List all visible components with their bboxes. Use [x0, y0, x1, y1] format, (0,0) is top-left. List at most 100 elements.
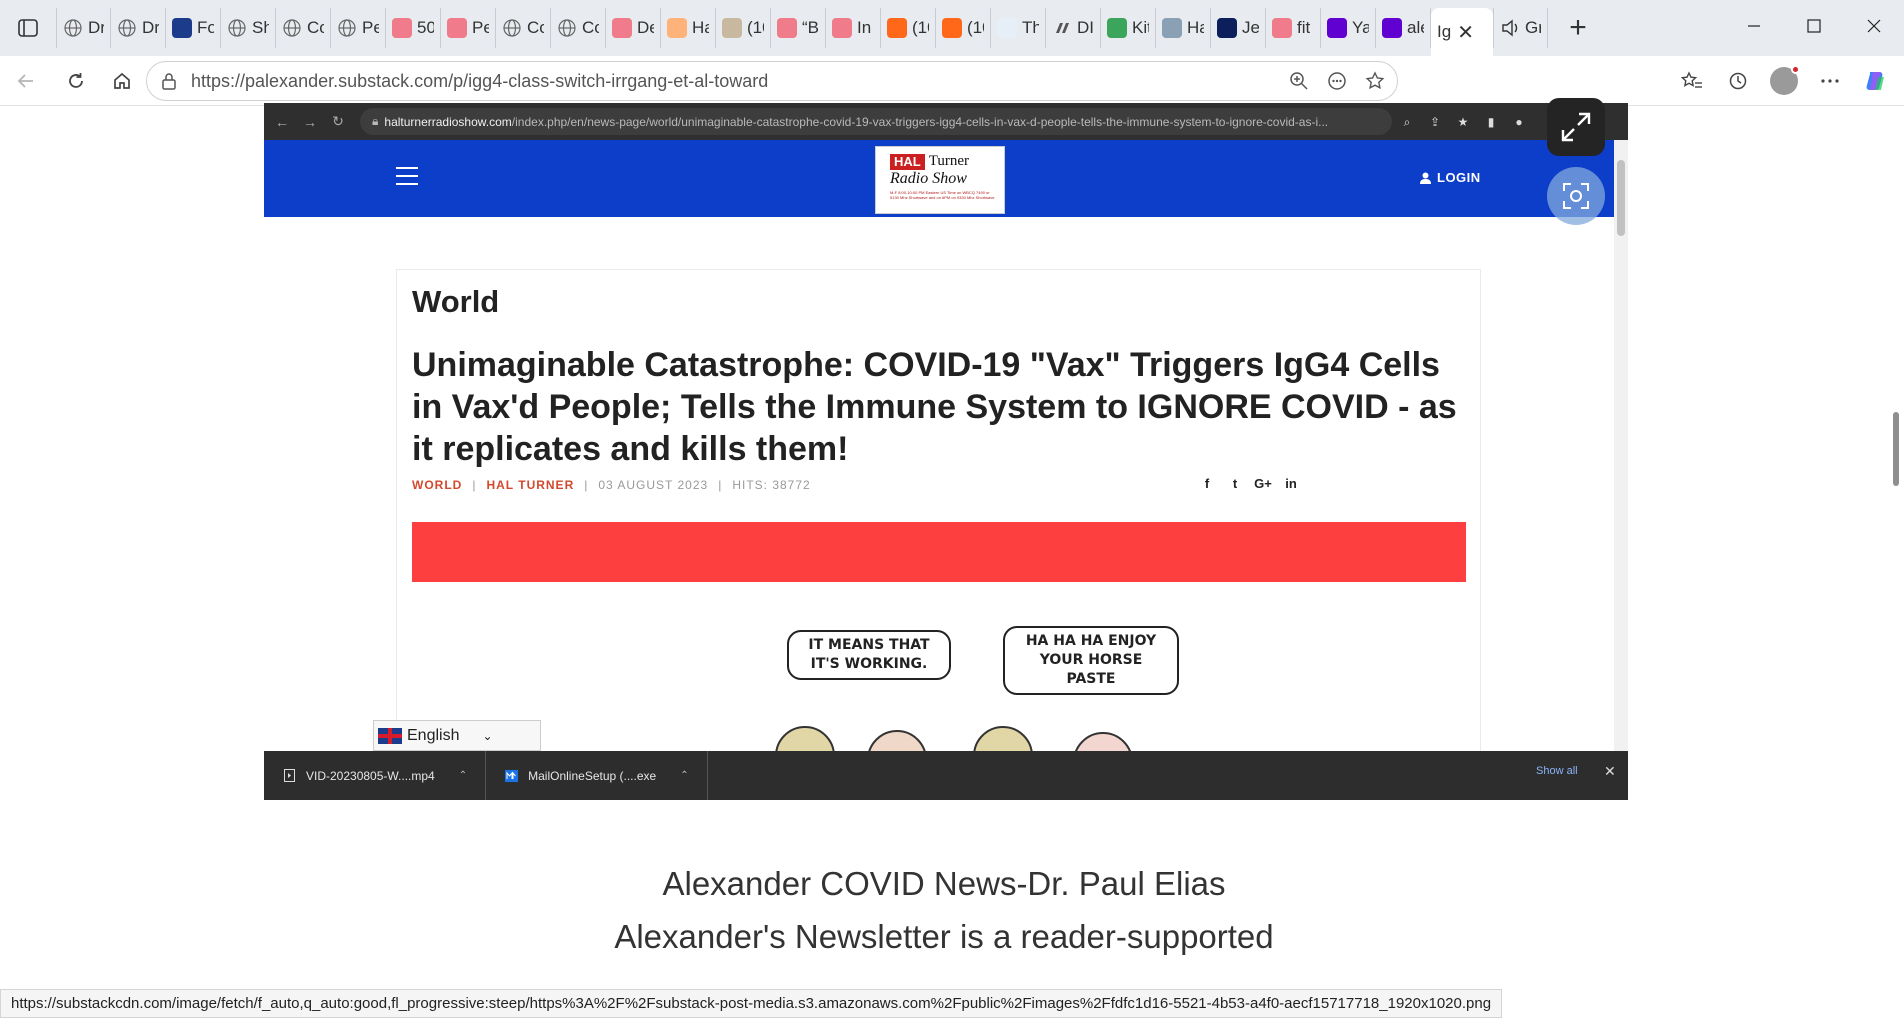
dr-icon	[1052, 18, 1072, 38]
favorites-list-icon	[1681, 71, 1702, 88]
tab-label: “Bi	[802, 18, 819, 37]
yahoo-icon	[1382, 18, 1402, 38]
tab-label: DI	[1077, 18, 1094, 37]
download-filename: MailOnlineSetup (....exe	[528, 768, 657, 783]
url-path: /p/igg4-class-switch-irrgang-et-al-towar…	[448, 70, 769, 91]
tab-label: De	[637, 18, 654, 37]
tab-tabs-3[interactable]: Sh	[221, 8, 276, 48]
visual-search-button[interactable]	[1547, 167, 1605, 225]
close-downloads-icon: ✕	[1604, 763, 1616, 779]
youtube-icon	[832, 18, 852, 38]
zoom-button[interactable]	[1283, 65, 1315, 97]
download-item: VID-20230805-W....mp4 ⌃	[264, 751, 487, 800]
youtube-icon	[392, 18, 412, 38]
youtube-icon	[777, 18, 797, 38]
site-logo: HAL Turner Radio Show M-F 8:00-10:00 PM E…	[875, 146, 1005, 214]
tab-actions-icon	[18, 19, 38, 37]
tab-tabs-11[interactable]: Ha	[661, 8, 716, 48]
substack-icon	[887, 18, 907, 38]
seal-icon	[1162, 18, 1182, 38]
settings-menu-button[interactable]	[1808, 59, 1852, 103]
tab-label: fit	[1297, 18, 1311, 37]
tab-tabs-2[interactable]: Fo	[166, 8, 221, 48]
tab-tabs-4[interactable]: Co	[276, 8, 331, 48]
tab-tabs-8[interactable]: Co	[496, 8, 551, 48]
tab-active[interactable]: Ig ✕	[1431, 8, 1493, 56]
tab-tabs-20[interactable]: Ha	[1156, 8, 1211, 48]
meta-separator: |	[584, 478, 589, 492]
page-scrollbar[interactable]	[1888, 106, 1904, 986]
copilot-button[interactable]	[1854, 59, 1898, 103]
close-tab-icon[interactable]: ✕	[1457, 20, 1474, 45]
embedded-share-icon: ⇪	[1429, 115, 1441, 129]
tab-tabs-14[interactable]: In	[826, 8, 881, 48]
address-bar[interactable]: https://palexander.substack.com/p/igg4-c…	[146, 61, 1398, 101]
url-host: https://palexander.substack.com	[191, 70, 449, 91]
close-window-button[interactable]	[1844, 0, 1904, 52]
tab-tabs-12[interactable]: (10	[716, 8, 771, 48]
site-info-button[interactable]	[147, 72, 191, 90]
profile-button[interactable]	[1762, 59, 1806, 103]
tab-tabs-9[interactable]: Co	[551, 8, 606, 48]
new-tab-button[interactable]: +	[1558, 8, 1598, 48]
social-share: f t G+ in	[1197, 476, 1301, 491]
tab-tabs-0[interactable]: Dr	[56, 8, 111, 48]
downloads-bar: VID-20230805-W....mp4 ⌃ MailOnlineSetup …	[264, 751, 1628, 800]
favorite-button[interactable]	[1359, 65, 1391, 97]
address-url[interactable]: https://palexander.substack.com/p/igg4-c…	[191, 71, 1283, 92]
arrow-left-icon	[17, 73, 33, 88]
meta-author: HAL TURNER	[486, 478, 575, 492]
jet-icon	[1217, 18, 1237, 38]
refresh-button[interactable]	[54, 59, 98, 103]
tab-tabs-10[interactable]: De	[606, 8, 661, 48]
tab-tabs-18[interactable]: DI	[1046, 8, 1101, 48]
embedded-url: 🔒︎ halturnerradioshow.com/index.php/en/n…	[360, 108, 1392, 135]
more-tools-button[interactable]	[1321, 65, 1353, 97]
embedded-screenshot[interactable]: ← → ↻ 🔒︎ halturnerradioshow.com/index.ph…	[264, 103, 1628, 800]
globe-icon	[337, 18, 357, 38]
tab-tabs-6[interactable]: 50	[386, 8, 441, 48]
language-selector: English ⌄	[373, 720, 541, 751]
ellipsis-icon	[1821, 79, 1839, 83]
home-icon	[114, 72, 130, 89]
tab-tabs-5[interactable]: Pe	[331, 8, 386, 48]
back-button[interactable]	[4, 59, 48, 103]
site-header: HAL Turner Radio Show M-F 8:00-10:00 PM E…	[264, 140, 1614, 217]
minimize-button[interactable]	[1724, 0, 1784, 52]
tab-tabs-19[interactable]: Kit	[1101, 8, 1156, 48]
favorites-button[interactable]	[1670, 59, 1714, 103]
gp-icon	[997, 18, 1017, 38]
embedded-refresh-icon: ↻	[332, 113, 344, 129]
logo-turner: Turner	[928, 153, 970, 169]
tab-tabs-15[interactable]: (10	[881, 8, 936, 48]
close-icon	[1867, 19, 1881, 33]
maximize-button[interactable]	[1784, 0, 1844, 52]
tab-tabs-22[interactable]: fit	[1266, 8, 1321, 48]
tab-tabs-16[interactable]: (10	[936, 8, 991, 48]
tab-tabs-23[interactable]: Ya	[1321, 8, 1376, 48]
tab-label: ale	[1407, 18, 1424, 37]
twitter-icon: t	[1232, 476, 1238, 491]
tab-tabs-7[interactable]: Pe	[441, 8, 496, 48]
tab-tabs-1[interactable]: Dr	[111, 8, 166, 48]
tab-tabs-21[interactable]: Je	[1211, 8, 1266, 48]
tab-actions-button[interactable]	[0, 0, 56, 56]
expand-image-button[interactable]	[1547, 98, 1605, 156]
tab-tabs-24[interactable]: ale	[1376, 8, 1431, 48]
globe-icon	[117, 18, 137, 38]
star-icon	[1365, 71, 1385, 90]
facebook-icon: f	[1204, 476, 1210, 491]
chevron-up-icon: ⌃	[458, 770, 468, 781]
embedded-sidebar-icon: ▮	[1487, 115, 1495, 129]
tab-tabs-17[interactable]: Th	[991, 8, 1046, 48]
tab-strip: Dr Dr Fo Sh Co Pe 50 Pe Co Co De Ha (10 “Bi In (10 (10 Th…	[0, 0, 1904, 56]
history-icon	[1729, 72, 1747, 90]
home-button[interactable]	[100, 59, 144, 103]
tab-after-tabs-0[interactable]: Gr	[1493, 8, 1548, 48]
embedded-url-path: /index.php/en/news-page/world/unimaginab…	[511, 114, 1329, 129]
tab-tabs-13[interactable]: “Bi	[771, 8, 826, 48]
page-scroll-thumb[interactable]	[1893, 412, 1899, 486]
history-button[interactable]	[1716, 59, 1760, 103]
meta-category: WORLD	[412, 478, 463, 492]
language-label: English	[407, 726, 460, 744]
